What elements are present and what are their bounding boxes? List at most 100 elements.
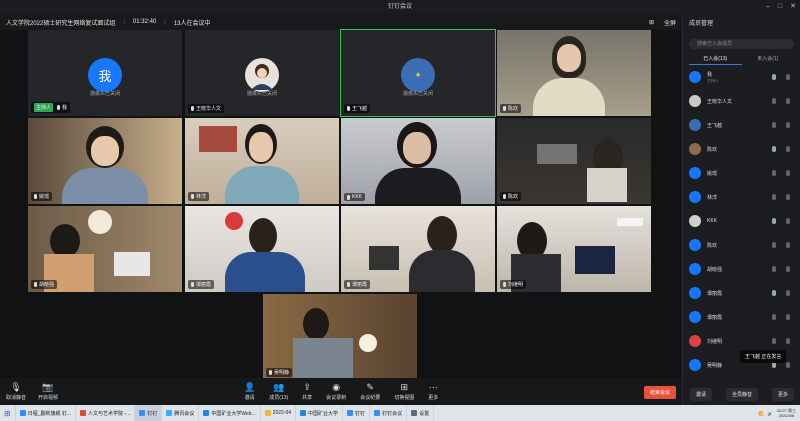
camera-icon[interactable] xyxy=(786,242,790,248)
camera-icon[interactable] xyxy=(786,266,790,272)
invite-toolbar-button[interactable]: 👤 邀请 xyxy=(244,382,255,401)
share-button[interactable]: ⇪ 共享 xyxy=(302,382,312,401)
video-tile-tanlixia-2[interactable]: 谭丽霞 xyxy=(341,206,495,292)
taskbar-item[interactable]: 日程_翻新旗舰 钉... xyxy=(16,405,77,421)
more-toolbar-button[interactable]: ⋯ 更多 xyxy=(428,382,438,401)
member-row[interactable]: 王飞越 xyxy=(683,113,800,137)
participant-name: 陈欢 xyxy=(508,194,519,200)
mic-icon[interactable] xyxy=(772,146,776,152)
video-button[interactable]: 📷 开启视频 xyxy=(38,382,58,401)
member-row[interactable]: 谭丽霞 xyxy=(683,305,800,329)
video-tile-me[interactable]: 我 摄像头已关闭 主持人 我 xyxy=(28,30,182,116)
mic-icon[interactable] xyxy=(772,170,776,176)
video-tile-wangxiaohua[interactable]: 摄像头已关闭 王晓华人文 xyxy=(185,30,339,116)
video-tile-liujiming[interactable]: 刘继明 xyxy=(497,206,651,292)
close-button[interactable]: ✕ xyxy=(790,0,796,14)
member-name: 姚璟 xyxy=(707,170,766,177)
taskbar-item[interactable]: 人文与艺术学院 -... xyxy=(76,405,136,421)
member-row[interactable]: 我主持人 xyxy=(683,65,800,89)
camera-icon[interactable] xyxy=(786,98,790,104)
taskbar-item[interactable]: 中国矿业大学Web... xyxy=(199,405,261,421)
member-row[interactable]: 陈欢 xyxy=(683,137,800,161)
member-row[interactable]: 胡晓强 xyxy=(683,257,800,281)
mic-icon xyxy=(191,194,194,199)
camera-icon[interactable] xyxy=(786,290,790,296)
camera-icon[interactable] xyxy=(786,122,790,128)
mic-icon[interactable] xyxy=(772,194,776,200)
participant-name: 陈欢 xyxy=(508,106,519,112)
video-tile-wumingjing[interactable]: 吴明静 xyxy=(263,294,417,380)
camera-icon[interactable] xyxy=(786,194,790,200)
member-name-text: 王晓华人文 xyxy=(707,98,733,105)
video-tile-chenhuan-2[interactable]: 陈欢 xyxy=(497,118,651,204)
button-label: 会议纪要 xyxy=(360,394,381,401)
camera-icon[interactable] xyxy=(786,338,790,344)
camera-icon[interactable] xyxy=(786,362,790,368)
mic-icon[interactable] xyxy=(772,290,776,296)
tab-joined[interactable]: 已入会(13) xyxy=(689,53,742,65)
host-badge: 主持人 xyxy=(34,103,54,112)
camera-icon[interactable] xyxy=(786,74,790,80)
member-row[interactable]: 谭丽霞 xyxy=(683,281,800,305)
video-tile-linyang[interactable]: 林洋 xyxy=(185,118,339,204)
taskbar-item[interactable]: 钉钉会议 xyxy=(370,405,408,421)
layout-grid-icon[interactable]: ⊞ xyxy=(649,19,654,26)
minutes-button[interactable]: ✎ 会议纪要 xyxy=(360,382,381,401)
member-row[interactable]: 林洋 xyxy=(683,185,800,209)
fullscreen-button[interactable]: 全屏 xyxy=(664,18,676,27)
unmute-button[interactable]: 🎙 取消静音 xyxy=(6,382,26,401)
video-tile-kkk[interactable]: KKK xyxy=(341,118,495,204)
camera-feed xyxy=(497,118,651,204)
camera-icon[interactable] xyxy=(786,146,790,152)
member-row[interactable]: 姚璟 xyxy=(683,161,800,185)
video-tile-yaojing[interactable]: 姚璟 xyxy=(28,118,182,204)
minimize-button[interactable]: – xyxy=(766,0,770,14)
camera-icon[interactable] xyxy=(786,170,790,176)
mic-icon[interactable] xyxy=(772,242,776,248)
mic-icon[interactable] xyxy=(772,314,776,320)
taskbar-item[interactable]: 钉钉 xyxy=(343,405,371,421)
taskbar-item[interactable]: 2022-04 xyxy=(261,405,297,421)
video-tile-wangfeiyue[interactable]: ✦ 摄像头已关闭 王飞越 xyxy=(340,29,496,117)
taskbar-item[interactable]: 设置 xyxy=(407,405,435,421)
member-search-input[interactable]: 搜索已入会成员 xyxy=(689,39,794,49)
member-name: 我主持人 xyxy=(707,71,766,84)
taskbar-items: 日程_翻新旗舰 钉... 人文与艺术学院 -... 钉钉 腾讯会议 中国矿业大学Web.… xyxy=(16,405,435,421)
taskbar-item[interactable]: 钉钉 xyxy=(135,405,163,421)
video-tile-chenhuan[interactable]: 陈欢 xyxy=(497,30,651,116)
mic-icon xyxy=(34,282,37,287)
switch-view-button[interactable]: ⊞ 切换视图 xyxy=(394,382,414,401)
record-icon: ◉ xyxy=(332,381,341,392)
camera-icon[interactable] xyxy=(786,218,790,224)
mic-icon[interactable] xyxy=(772,98,776,104)
start-button[interactable]: ⊞ xyxy=(0,405,16,421)
video-tile-huxiaoqiang[interactable]: 胡晓强 xyxy=(28,206,182,292)
meeting-title[interactable]: 人文学院2022硕士研究生网络复试面试组 xyxy=(6,18,115,27)
mic-icon[interactable] xyxy=(772,218,776,224)
windows-icon: ⊞ xyxy=(4,408,11,418)
member-row[interactable]: 王晓华人文 xyxy=(683,89,800,113)
nametag: 陈欢 xyxy=(500,192,522,201)
member-name: 王飞越 xyxy=(707,122,766,129)
invite-button[interactable]: 邀请 xyxy=(689,388,712,401)
mic-icon[interactable] xyxy=(772,338,776,344)
mic-icon[interactable] xyxy=(772,74,776,80)
more-button[interactable]: 更多 xyxy=(771,388,794,401)
taskbar-item[interactable]: 中国矿业大学 xyxy=(296,405,344,421)
mic-icon[interactable] xyxy=(772,266,776,272)
camera-icon[interactable] xyxy=(786,314,790,320)
maximize-button[interactable]: □ xyxy=(778,0,782,14)
taskbar-item[interactable]: 腾讯会议 xyxy=(162,405,200,421)
video-tile-tanlixia[interactable]: 谭丽霞 xyxy=(185,206,339,292)
mic-icon[interactable] xyxy=(772,122,776,128)
member-row[interactable]: KKK xyxy=(683,209,800,233)
nametag: 谭丽霞 xyxy=(188,280,215,289)
member-row[interactable]: 陈欢 xyxy=(683,233,800,257)
tab-not-joined[interactable]: 未入会(1) xyxy=(742,53,795,65)
end-meeting-button[interactable]: 结束会议 xyxy=(643,386,676,399)
members-button[interactable]: 👥 成员(13) xyxy=(269,382,288,401)
clock[interactable]: 20:27 周三 2022/4/6 xyxy=(777,408,796,418)
member-name-text: 林洋 xyxy=(707,194,718,201)
mute-all-button[interactable]: 全员静音 xyxy=(725,388,758,401)
record-button[interactable]: ◉ 会议录制 xyxy=(326,381,346,401)
